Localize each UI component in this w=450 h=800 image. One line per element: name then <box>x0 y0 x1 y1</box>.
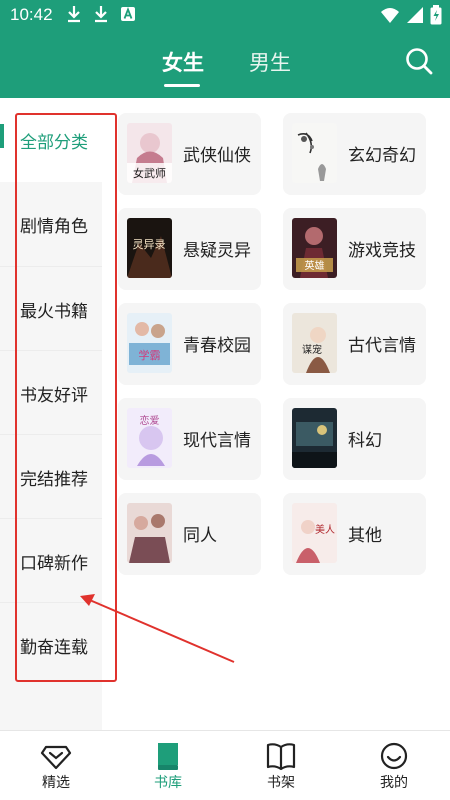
sidebar-item-label: 书友好评 <box>20 385 88 406</box>
svg-text:学霸: 学霸 <box>139 348 161 362</box>
category-card-suspense[interactable]: 灵异录 悬疑灵异 <box>118 208 261 290</box>
category-card-ancient-romance[interactable]: 谋宠 古代言情 <box>283 303 426 385</box>
nav-item-profile[interactable]: 我的 <box>338 731 450 800</box>
category-label: 现代言情 <box>183 431 251 451</box>
category-card-modern-romance[interactable]: 恋爱 现代言情 <box>118 398 261 480</box>
category-sidebar: 全部分类 剧情角色 最火书籍 书友好评 完结推荐 口碑新作 勤奋连载 <box>0 98 102 730</box>
book-cover-image: 美人 <box>292 503 337 563</box>
sidebar-item-label: 剧情角色 <box>20 216 88 237</box>
download-icon <box>68 6 80 23</box>
nav-label: 精选 <box>42 775 70 791</box>
category-card-other[interactable]: 美人 其他 <box>283 493 426 575</box>
category-label: 青春校园 <box>183 336 251 356</box>
book-cover-image: 谋宠 <box>292 313 337 373</box>
nav-label: 我的 <box>380 775 408 791</box>
tab-male[interactable]: 男生 <box>249 47 291 77</box>
status-time: 10:42 <box>10 5 53 24</box>
category-grid: 女武师 武侠仙侠 玄幻奇幻 灵异录 悬疑灵异 英雄 游戏竞技 学霸 青春校园 谋… <box>102 98 450 730</box>
bottom-nav: 精选 书库 书架 我的 <box>0 730 450 800</box>
category-label: 科幻 <box>348 431 382 451</box>
sidebar-item-label: 全部分类 <box>20 132 88 153</box>
book-icon <box>158 743 178 770</box>
signal-icon <box>407 7 423 23</box>
book-cover-image: 女武师 <box>127 123 172 183</box>
book-cover-image: 英雄 <box>292 218 337 278</box>
category-label: 悬疑灵异 <box>183 241 251 261</box>
battery-icon <box>430 5 442 25</box>
tab-female[interactable]: 女生 <box>162 47 204 77</box>
active-tab-indicator <box>164 84 200 87</box>
book-cover-image <box>292 408 337 468</box>
book-cover-image <box>127 503 172 563</box>
category-label: 其他 <box>348 526 382 546</box>
svg-text:女武师: 女武师 <box>133 166 166 180</box>
category-card-fantasy[interactable]: 玄幻奇幻 <box>283 113 426 195</box>
category-label: 游戏竞技 <box>348 241 416 261</box>
nav-label: 书库 <box>154 775 182 791</box>
sidebar-item-label: 最火书籍 <box>20 301 88 322</box>
sidebar-item-diligent-serials[interactable]: 勤奋连载 <box>0 603 102 687</box>
download-icon <box>95 6 107 23</box>
smiley-icon <box>380 742 408 770</box>
book-cover-image <box>292 123 337 183</box>
wifi-icon <box>381 8 399 23</box>
category-label: 古代言情 <box>348 336 416 356</box>
nav-item-bookshelf[interactable]: 书架 <box>225 731 337 800</box>
sidebar-item-plot-roles[interactable]: 剧情角色 <box>0 182 102 266</box>
category-label: 武侠仙侠 <box>183 146 251 166</box>
book-cover-image: 灵异录 <box>127 218 172 278</box>
svg-text:灵异录: 灵异录 <box>133 238 166 251</box>
sidebar-item-hottest-books[interactable]: 最火书籍 <box>0 267 102 351</box>
book-cover-image: 恋爱 <box>127 408 172 468</box>
sidebar-item-completed-picks[interactable]: 完结推荐 <box>0 435 102 519</box>
svg-text:英雄: 英雄 <box>305 259 325 272</box>
sidebar-item-reader-favorites[interactable]: 书友好评 <box>0 351 102 435</box>
diamond-icon <box>40 745 72 770</box>
open-book-icon <box>266 743 296 771</box>
svg-text:美人: 美人 <box>315 523 335 536</box>
status-bar: 10:42 <box>0 0 450 30</box>
sidebar-active-indicator <box>0 124 4 148</box>
search-icon[interactable] <box>404 46 434 76</box>
category-card-gaming[interactable]: 英雄 游戏竞技 <box>283 208 426 290</box>
a-badge-icon <box>121 7 135 21</box>
category-label: 同人 <box>183 526 217 546</box>
category-card-wuxia[interactable]: 女武师 武侠仙侠 <box>118 113 261 195</box>
nav-item-library[interactable]: 书库 <box>112 731 224 800</box>
nav-item-featured[interactable]: 精选 <box>0 731 112 800</box>
svg-text:谋宠: 谋宠 <box>302 343 322 356</box>
category-card-scifi[interactable]: 科幻 <box>283 398 426 480</box>
category-label: 玄幻奇幻 <box>348 146 416 166</box>
sidebar-item-label: 勤奋连载 <box>20 637 88 658</box>
sidebar-item-all-categories[interactable]: 全部分类 <box>0 98 102 182</box>
category-card-campus[interactable]: 学霸 青春校园 <box>118 303 261 385</box>
sidebar-item-acclaimed-new[interactable]: 口碑新作 <box>0 519 102 603</box>
sidebar-item-label: 完结推荐 <box>20 469 88 490</box>
book-cover-image: 学霸 <box>127 313 172 373</box>
svg-text:恋爱: 恋爱 <box>140 414 160 427</box>
category-card-fanfiction[interactable]: 同人 <box>118 493 261 575</box>
nav-label: 书架 <box>267 775 295 791</box>
header: 女生 男生 <box>0 30 450 98</box>
sidebar-item-label: 口碑新作 <box>20 553 88 574</box>
